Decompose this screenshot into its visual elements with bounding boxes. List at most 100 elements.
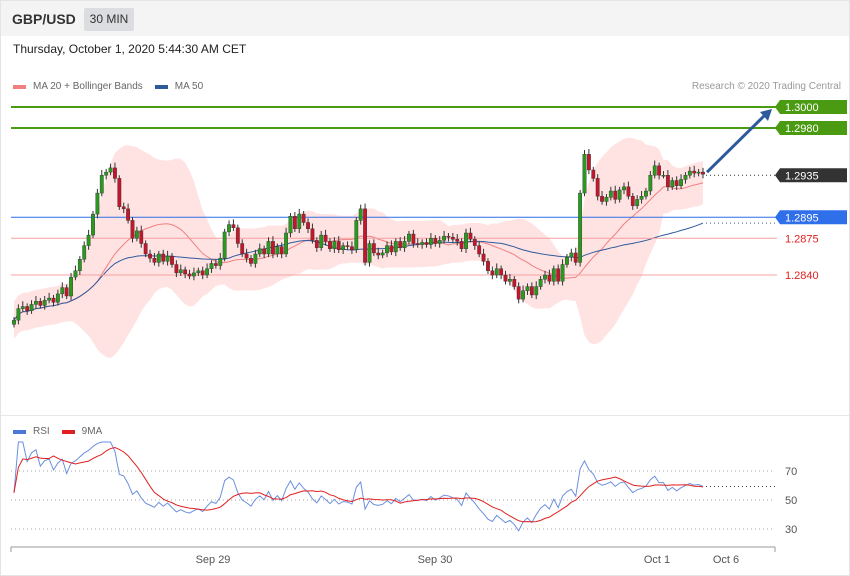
candle-body-up	[525, 286, 530, 291]
candle-body-down	[595, 178, 600, 197]
candle-body-down	[481, 253, 486, 262]
rsi-tick-30: 30	[785, 524, 797, 536]
candle-body-up	[16, 308, 21, 321]
candle-body-up	[341, 245, 346, 251]
candle-body-down	[310, 228, 315, 241]
candle-body-down	[459, 241, 464, 249]
candle-body-up	[622, 186, 626, 191]
candle-body-up	[266, 241, 271, 255]
candle-16	[82, 241, 87, 263]
candle-body-up	[652, 165, 657, 176]
candle-body-up	[165, 255, 170, 262]
candle-body-up	[253, 253, 258, 264]
candle-body-down	[499, 268, 504, 276]
candle-body-down	[503, 274, 508, 282]
level-tag-text: 1.3000	[785, 102, 819, 114]
candle-body-up	[494, 268, 499, 276]
candle-body-up	[91, 213, 95, 236]
candle-body-up	[73, 270, 78, 278]
rsi-tick-50: 50	[785, 495, 797, 507]
candle-body-up	[354, 220, 359, 250]
candle-body-up	[639, 196, 644, 200]
candle-body-up	[604, 197, 609, 202]
candle-body-down	[161, 253, 166, 262]
candle-body-down	[490, 270, 495, 276]
candle-80	[363, 203, 367, 266]
candle-body-down	[244, 253, 249, 259]
candle-body-up	[560, 264, 565, 282]
bollinger-band	[14, 137, 703, 359]
level-label-1.2875: 1.2875	[785, 233, 819, 245]
candle-body-down	[512, 279, 517, 287]
price-chart-svg[interactable]: 1.3000 1.2980 1.2935 1.2895 1.2875 1.2840 70 50…	[0, 0, 850, 576]
candle-body-up	[635, 199, 640, 206]
candle-body-up	[108, 167, 113, 173]
candle-body-down	[556, 268, 561, 282]
candle-body-up	[134, 230, 139, 239]
candle-body-up	[608, 190, 613, 198]
candle-body-down	[130, 220, 135, 239]
level-tag-1.2895: 1.2895	[775, 210, 847, 225]
candle-body-down	[187, 273, 192, 277]
forecast-arrow	[705, 112, 768, 174]
candle-body-down	[170, 255, 174, 265]
candle-body-up	[218, 258, 223, 266]
candle-body-down	[328, 241, 332, 249]
candle-body-up	[358, 208, 363, 221]
candle-body-down	[139, 230, 144, 244]
candle-body-up	[156, 253, 161, 263]
candle-body-down	[51, 297, 56, 303]
candle-48	[222, 228, 227, 262]
candle-body-down	[626, 186, 631, 197]
level-tag-1.2935: 1.2935	[775, 168, 847, 183]
candle-body-down	[152, 258, 157, 263]
candle-body-up	[275, 246, 280, 255]
candle-body-up	[565, 256, 569, 265]
candle-19	[95, 188, 100, 219]
candle-body-up	[34, 301, 38, 305]
candle-body-down	[600, 196, 604, 202]
candle-body-up	[687, 170, 692, 176]
candle-body-up	[222, 231, 227, 259]
candle-body-up	[196, 270, 201, 274]
candle-64	[292, 212, 297, 232]
candle-78	[354, 217, 359, 253]
candle-body-down	[117, 178, 122, 207]
candle-body-up	[508, 279, 512, 282]
candle-body-down	[424, 242, 429, 245]
candle-body-down	[433, 238, 438, 244]
candle-body-up	[569, 252, 574, 258]
candle-body-down	[472, 239, 477, 246]
candle-body-down	[692, 170, 697, 174]
candle-13	[69, 272, 73, 301]
x-axis-label-1: Sep 30	[418, 554, 453, 566]
candle-body-up	[192, 272, 196, 277]
candle-body-up	[582, 154, 587, 194]
candle-body-up	[429, 238, 433, 245]
candle-body-down	[314, 240, 319, 248]
candle-body-down	[446, 235, 451, 238]
candle-body-up	[407, 233, 411, 242]
candle-body-down	[183, 269, 188, 275]
candle-body-down	[363, 208, 367, 263]
candle-body-down	[126, 208, 131, 221]
candle-body-up	[332, 241, 337, 249]
candle-129	[578, 189, 583, 267]
candle-body-up	[60, 287, 65, 295]
candle-49	[227, 220, 231, 237]
candle-body-down	[573, 252, 578, 263]
candle-body-up	[521, 290, 525, 300]
candle-body-down	[323, 234, 328, 242]
candle-body-down	[174, 264, 179, 274]
candle-body-down	[200, 270, 205, 276]
candle-body-up	[319, 234, 324, 248]
candle-body-up	[95, 192, 100, 215]
candle-body-down	[301, 213, 306, 223]
candle-20	[99, 170, 104, 197]
candle-body-down	[486, 261, 490, 272]
candle-body-up	[99, 175, 104, 194]
candle-body-down	[411, 233, 416, 244]
candle-body-up	[178, 269, 183, 274]
candle-body-up	[367, 243, 372, 263]
candle-body-up	[209, 263, 214, 269]
